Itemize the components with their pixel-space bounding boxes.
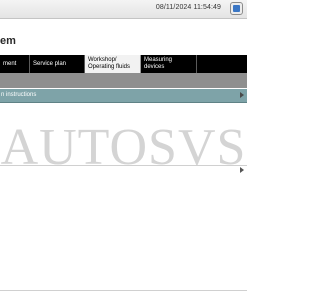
list-item[interactable]: n instructions: [0, 89, 247, 103]
tab-label: ment: [3, 60, 17, 67]
page-title: em: [0, 35, 16, 47]
tab-ment[interactable]: ment: [0, 55, 30, 73]
arrow-right-icon[interactable]: [240, 167, 244, 173]
window-status-button[interactable]: [230, 2, 243, 15]
divider: [0, 165, 247, 166]
tab-workshop-operating-fluids[interactable]: Workshop/ Operating fluids: [85, 55, 141, 73]
divider: [0, 290, 247, 291]
tab-label: Measuring devices: [144, 57, 173, 70]
tab-label: Service plan: [33, 60, 67, 67]
square-icon: [233, 5, 240, 12]
tab-label: Workshop/ Operating fluids: [88, 57, 131, 70]
section-header-band: [0, 73, 247, 88]
chevron-right-icon: [240, 92, 244, 98]
list-item-label: n instructions: [1, 92, 37, 98]
tab-measuring-devices[interactable]: Measuring devices: [141, 55, 197, 73]
top-status-bar: 08/11/2024 11:54:49: [0, 0, 247, 19]
tab-bar: ment Service plan Workshop/ Operating fl…: [0, 55, 247, 73]
datetime-display: 08/11/2024 11:54:49: [155, 4, 221, 11]
tab-service-plan[interactable]: Service plan: [30, 55, 85, 73]
watermark: AUTOSVS: [0, 119, 247, 176]
